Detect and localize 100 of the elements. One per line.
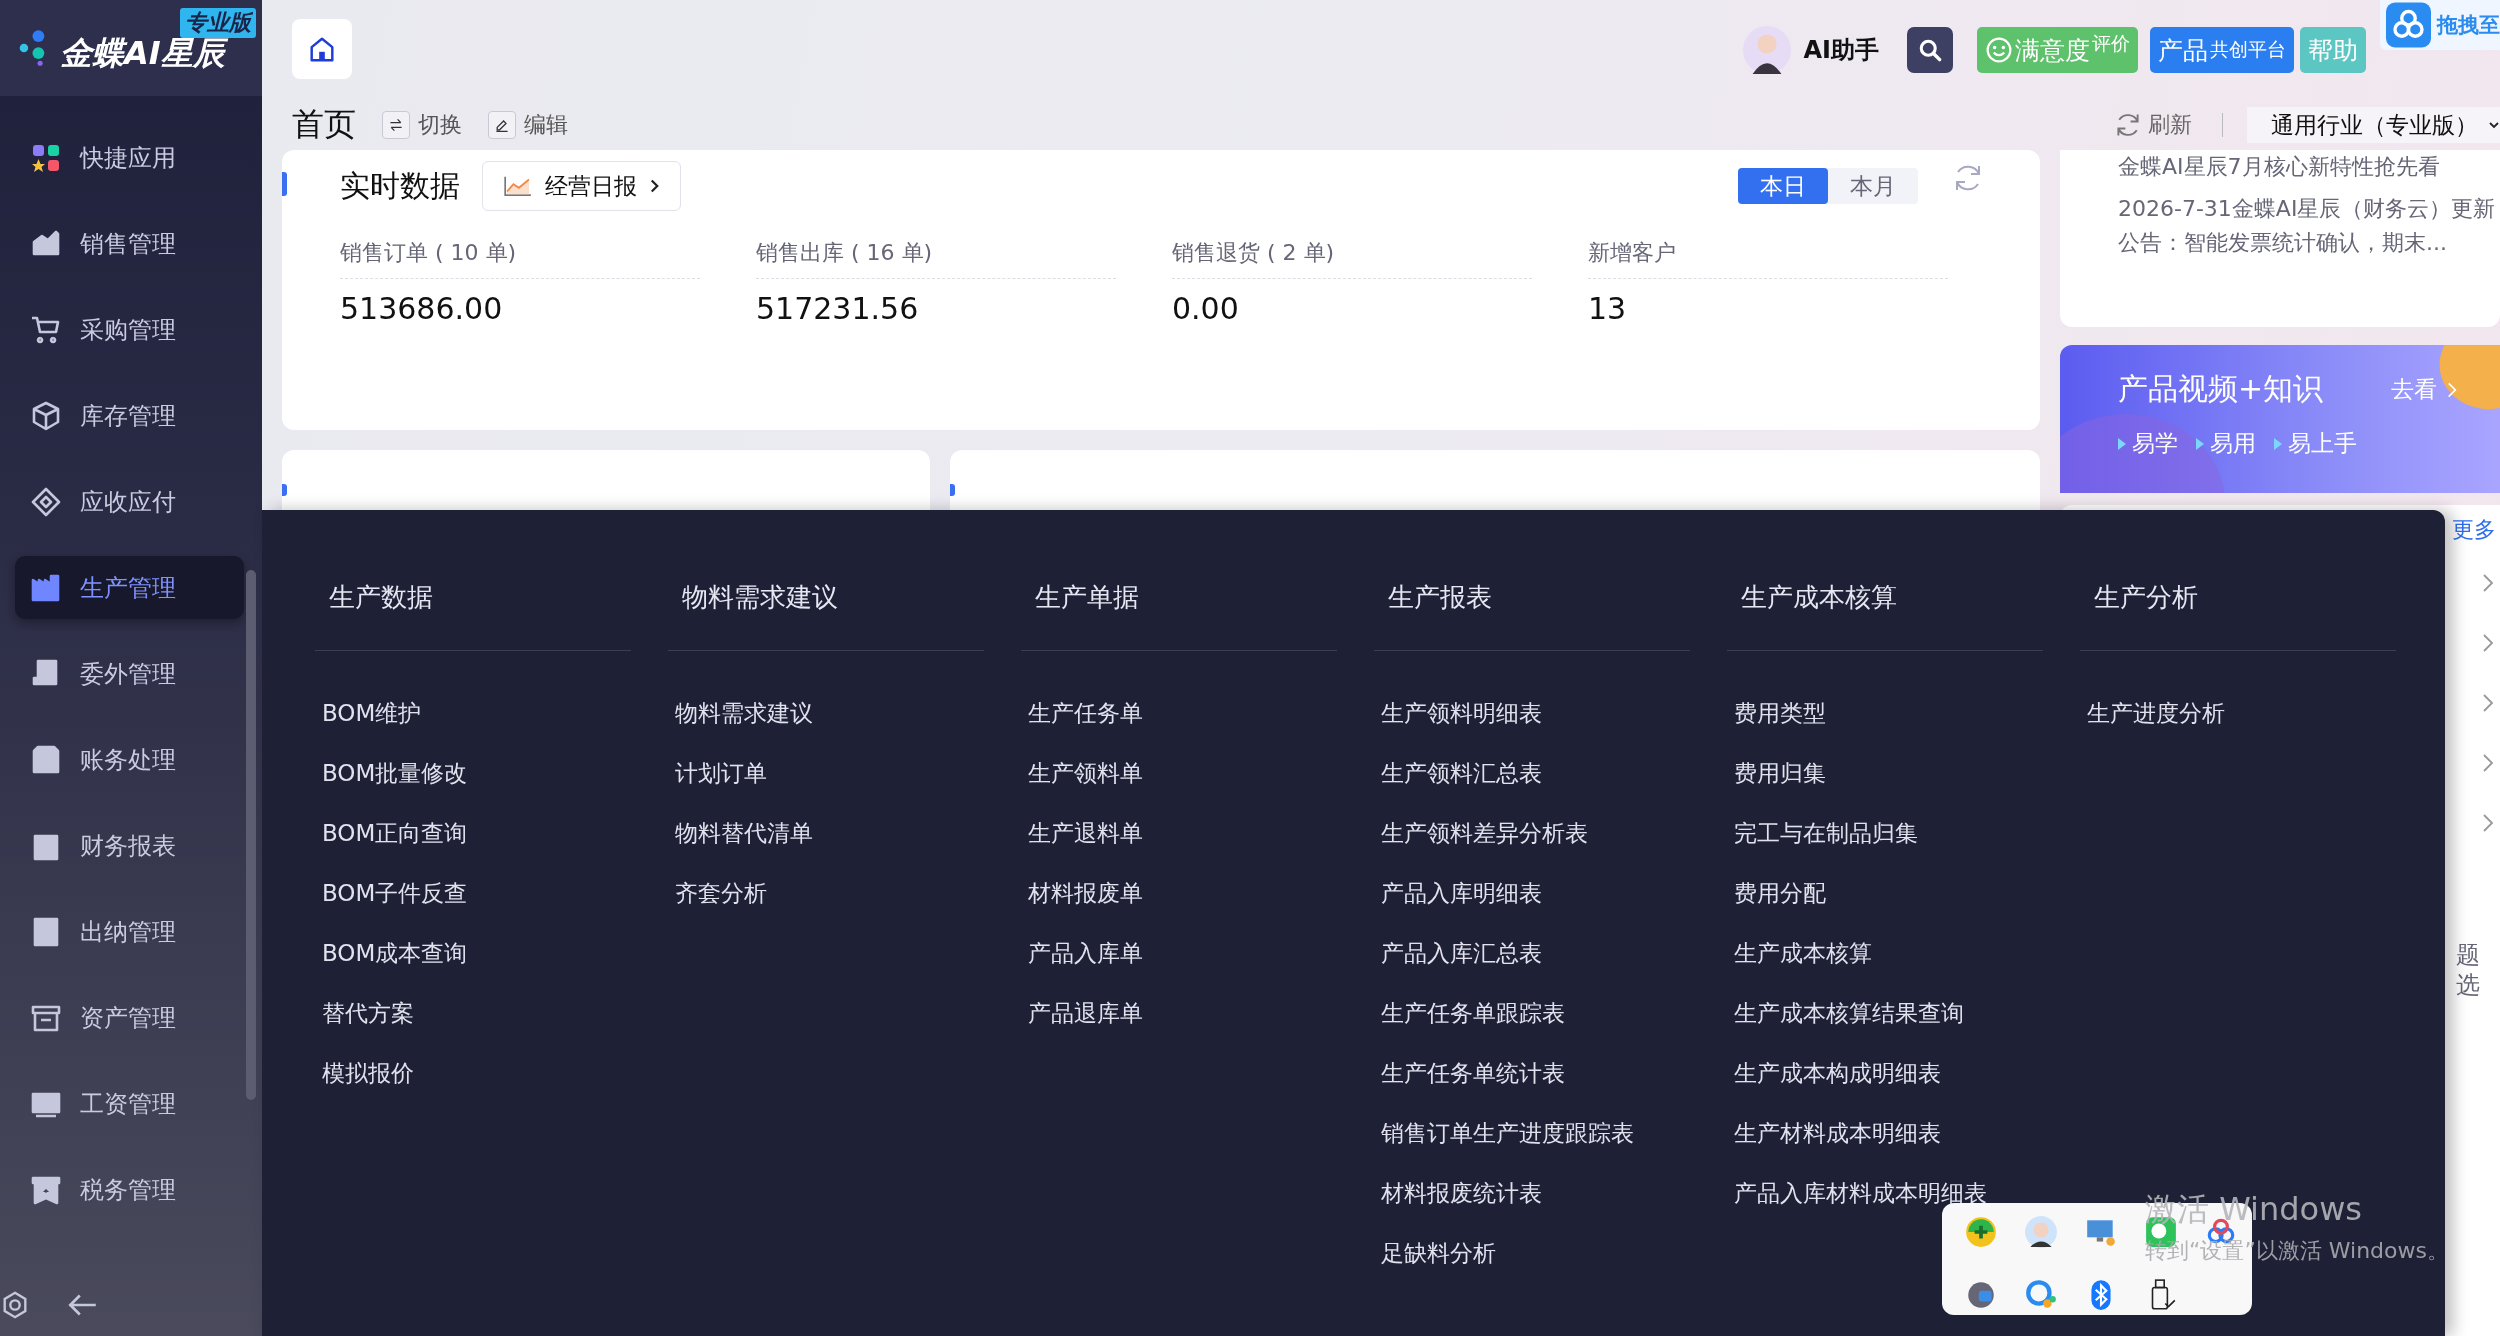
menu-item[interactable]: 生产成本构成明细表: [1727, 1043, 2043, 1103]
list-text: 题: [2456, 940, 2480, 970]
sidebar-item[interactable]: 委外管理: [15, 642, 244, 705]
cloud-icon: [2386, 2, 2431, 48]
menu-column-title: 生产数据: [315, 510, 631, 651]
period-tab[interactable]: 本月: [1828, 168, 1918, 204]
avatar-icon[interactable]: [1743, 26, 1792, 74]
sidebar-item[interactable]: 工资管理: [15, 1072, 244, 1135]
menu-column-title: 生产分析: [2080, 510, 2396, 651]
metric-label: 销售订单 ( 10 单): [340, 238, 700, 279]
sidebar-item[interactable]: 销售管理: [15, 212, 244, 275]
report-button[interactable]: 经营日报: [482, 161, 681, 211]
menu-item[interactable]: 生产材料成本明细表: [1727, 1103, 2043, 1163]
menu-column-title: 生产单据: [1021, 510, 1337, 651]
menu-item[interactable]: 生产任务单统计表: [1374, 1043, 1690, 1103]
menu-item[interactable]: 产品入库单: [1021, 923, 1337, 983]
sidebar-item[interactable]: 应收应付: [15, 470, 244, 533]
sidebar-item[interactable]: 资产管理: [15, 986, 244, 1049]
sidebar-item[interactable]: 采购管理: [15, 298, 244, 361]
metric-value: 517231.56: [756, 291, 920, 326]
home-button[interactable]: [292, 19, 352, 79]
metric-value: 513686.00: [340, 291, 504, 326]
sidebar-item[interactable]: 财务报表: [15, 814, 244, 877]
edition-badge: 专业版: [180, 8, 256, 38]
sidebar-item[interactable]: 快捷应用: [15, 126, 244, 189]
banner-tag[interactable]: 易学: [2118, 428, 2178, 459]
period-tab[interactable]: 本日: [1738, 168, 1828, 204]
menu-item[interactable]: 物料替代清单: [668, 803, 984, 863]
menu-item[interactable]: 生产成本核算结果查询: [1727, 983, 2043, 1043]
sidebar-item[interactable]: 税务管理: [15, 1158, 244, 1221]
line-chart-icon: [503, 175, 533, 197]
menu-item[interactable]: 产品入库明细表: [1374, 863, 1690, 923]
menu-item[interactable]: 足缺料分析: [1374, 1223, 1690, 1283]
chevron-right-icon[interactable]: [2482, 573, 2494, 593]
menu-item[interactable]: 生产任务单跟踪表: [1374, 983, 1690, 1043]
menu-item[interactable]: BOM正向查询: [315, 803, 631, 863]
menu-item[interactable]: BOM批量修改: [315, 743, 631, 803]
menu-item[interactable]: 生产退料单: [1021, 803, 1337, 863]
menu-item[interactable]: 生产任务单: [1021, 683, 1337, 743]
card-title: 实时数据: [340, 166, 460, 205]
metric-value: 13: [1588, 291, 1628, 326]
box-icon: [30, 399, 62, 432]
search-button[interactable]: [1907, 27, 1953, 73]
menu-column-title: 生产报表: [1374, 510, 1690, 651]
accent-bar: [950, 484, 955, 496]
menu-item[interactable]: 材料报废单: [1021, 863, 1337, 923]
refresh-icon: [2114, 111, 2142, 139]
menu-item[interactable]: 计划订单: [668, 743, 984, 803]
chevron-right-icon[interactable]: [2482, 813, 2494, 833]
menu-item[interactable]: BOM维护: [315, 683, 631, 743]
chevron-right-icon[interactable]: [2482, 693, 2494, 713]
platform-button[interactable]: 产品 共创平台: [2150, 27, 2294, 73]
menu-item[interactable]: 生产进度分析: [2080, 683, 2396, 743]
menu-item[interactable]: 费用分配: [1727, 863, 2043, 923]
menu-item[interactable]: 费用归集: [1727, 743, 2043, 803]
swap-icon: [388, 117, 404, 133]
menu-item[interactable]: 生产领料单: [1021, 743, 1337, 803]
chevron-right-icon[interactable]: [2482, 753, 2494, 773]
accent-bar: [282, 484, 287, 496]
smiley-icon: [1985, 36, 2013, 64]
menu-item[interactable]: 费用类型: [1727, 683, 2043, 743]
scrollbar[interactable]: [246, 570, 256, 1100]
edit-button[interactable]: 编辑: [482, 110, 574, 140]
sidebar-item[interactable]: 出纳管理: [15, 900, 244, 963]
menu-item[interactable]: 生产成本核算: [1727, 923, 2043, 983]
menu-item[interactable]: 产品入库汇总表: [1374, 923, 1690, 983]
chevron-right-icon[interactable]: [2482, 633, 2494, 653]
menu-item[interactable]: 生产领料汇总表: [1374, 743, 1690, 803]
ai-assistant-label[interactable]: AI助手: [1803, 34, 1879, 66]
news-item[interactable]: 金蝶AI星辰7月核心新特性抢先看: [2118, 150, 2500, 184]
organization-dropdown[interactable]: 通用行业（专业版）: [2247, 107, 2500, 143]
menu-item[interactable]: BOM子件反查: [315, 863, 631, 923]
menu-item[interactable]: BOM成本查询: [315, 923, 631, 983]
banner-tag[interactable]: 易用: [2196, 428, 2256, 459]
shield-plus-icon[interactable]: [1964, 1215, 1998, 1249]
menu-item[interactable]: 齐套分析: [668, 863, 984, 923]
menu-item[interactable]: 模拟报价: [315, 1043, 631, 1103]
menu-item[interactable]: 材料报废统计表: [1374, 1163, 1690, 1223]
chevron-right-icon: [649, 178, 660, 194]
menu-item[interactable]: 生产领料差异分析表: [1374, 803, 1690, 863]
sidebar-item[interactable]: 账务处理: [15, 728, 244, 791]
sidebar-item[interactable]: 生产管理: [15, 556, 244, 619]
chevron-right-icon[interactable]: [2447, 380, 2458, 399]
news-item[interactable]: 2026-7-31金蝶AI星辰（财务云）更新公告：智能发票统计确认，期末...: [2118, 192, 2500, 260]
more-link[interactable]: 更多: [2452, 515, 2496, 545]
menu-item[interactable]: 物料需求建议: [668, 683, 984, 743]
menu-item[interactable]: 产品入库材料成本明细表: [1727, 1163, 2043, 1223]
sidebar-item[interactable]: 库存管理: [15, 384, 244, 447]
knowledge-banner[interactable]: 产品视频+知识 去看 易学 易用 易上手: [2060, 345, 2500, 493]
switch-button[interactable]: 切换: [376, 110, 468, 140]
banner-title: 产品视频+知识: [2118, 370, 2324, 408]
avatar-icon[interactable]: [2024, 1215, 2058, 1249]
menu-item[interactable]: 替代方案: [315, 983, 631, 1043]
menu-item[interactable]: 生产领料明细表: [1374, 683, 1690, 743]
metric-label: 销售退货 ( 2 单): [1172, 238, 1532, 279]
menu-item[interactable]: 销售订单生产进度跟踪表: [1374, 1103, 1690, 1163]
menu-item[interactable]: 完工与在制品归集: [1727, 803, 2043, 863]
menu-item[interactable]: 产品退库单: [1021, 983, 1337, 1043]
menu-column-title: 物料需求建议: [668, 510, 984, 651]
refresh-button[interactable]: 刷新: [2108, 109, 2198, 141]
